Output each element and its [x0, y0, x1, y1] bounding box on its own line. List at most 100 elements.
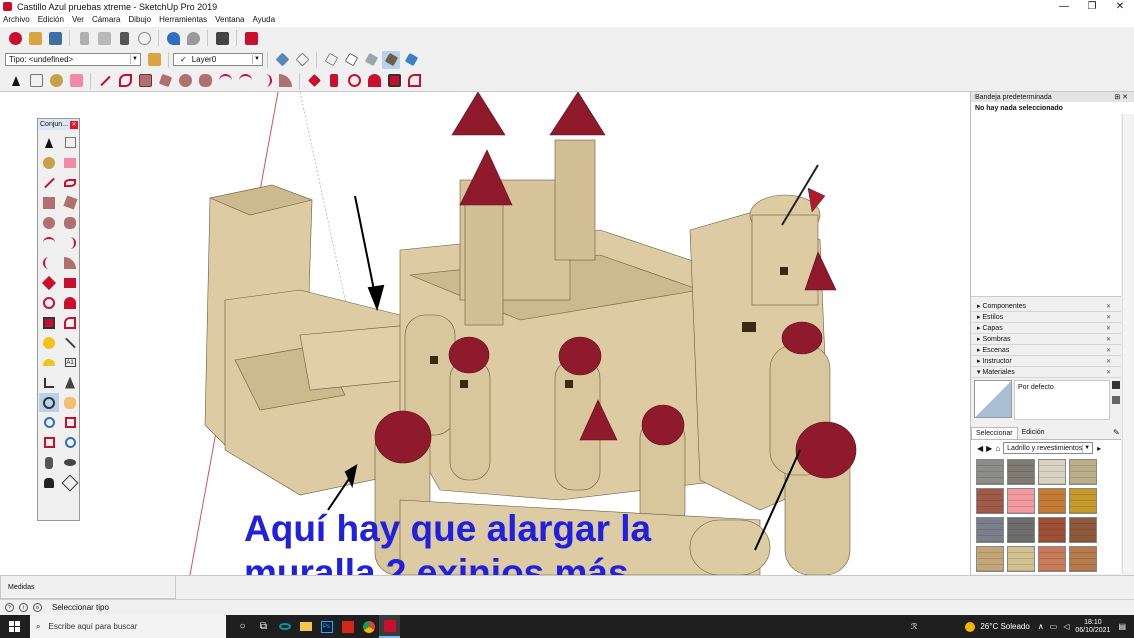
- monochrome-style-button[interactable]: [402, 51, 420, 69]
- section-instructor[interactable]: ▸ Instructor ✕: [971, 356, 1121, 367]
- circle-tool-button[interactable]: [176, 72, 194, 90]
- undo-button[interactable]: [164, 29, 182, 47]
- details-icon[interactable]: ▸: [1097, 444, 1101, 453]
- zoom-extents-icon[interactable]: [39, 433, 59, 452]
- offset-tool-button[interactable]: [405, 72, 423, 90]
- polygon-tool-button[interactable]: [196, 72, 214, 90]
- open-file-button[interactable]: [26, 29, 44, 47]
- shaded-style-button[interactable]: [362, 51, 380, 69]
- tab-edicion[interactable]: Edición: [1018, 427, 1049, 439]
- menu-ver[interactable]: Ver: [72, 15, 84, 24]
- section-materiales[interactable]: ▾ Materiales ✕: [971, 367, 1121, 378]
- rotate-tool-button[interactable]: [345, 72, 363, 90]
- eraser-button[interactable]: [67, 72, 85, 90]
- wireframe-style-button[interactable]: [322, 51, 340, 69]
- back-icon[interactable]: ◀: [977, 444, 983, 453]
- model-viewport[interactable]: [0, 92, 968, 575]
- home-icon[interactable]: ⌂: [995, 444, 1000, 453]
- clock[interactable]: 18:10 06/10/2021: [1075, 619, 1110, 635]
- material-swatch[interactable]: [976, 517, 1004, 543]
- material-swatch[interactable]: [1069, 546, 1097, 572]
- tab-seleccionar[interactable]: Seleccionar: [971, 427, 1018, 439]
- material-swatch[interactable]: [1007, 517, 1035, 543]
- copy-button[interactable]: [95, 29, 113, 47]
- pan-icon[interactable]: [60, 393, 80, 412]
- freehand-icon[interactable]: [60, 173, 80, 192]
- section-plane-icon[interactable]: [60, 473, 80, 492]
- material-name-field[interactable]: Por defecto: [1014, 380, 1110, 420]
- measurements-box[interactable]: Medidas: [0, 575, 176, 599]
- eyedropper-icon[interactable]: ✎: [1113, 428, 1120, 437]
- acrobat-icon[interactable]: [337, 615, 358, 638]
- move-tool-button[interactable]: [305, 72, 323, 90]
- rotated-rectangle-button[interactable]: [156, 72, 174, 90]
- print-button[interactable]: [213, 29, 231, 47]
- move-icon[interactable]: [39, 273, 59, 292]
- sketchup-taskbar-icon[interactable]: [379, 615, 400, 638]
- material-swatch[interactable]: [1038, 459, 1066, 485]
- windows-start-icon[interactable]: [9, 621, 20, 632]
- palette-header[interactable]: Conjun... ✕: [38, 119, 79, 130]
- line-tool-button[interactable]: [96, 72, 114, 90]
- follow-me-icon[interactable]: [60, 293, 80, 312]
- menu-herramientas[interactable]: Herramientas: [159, 15, 207, 24]
- material-swatch[interactable]: [1069, 459, 1097, 485]
- network-icon[interactable]: ▭: [1050, 622, 1058, 631]
- material-swatch[interactable]: [1007, 459, 1035, 485]
- cortana-icon[interactable]: ○: [232, 615, 253, 638]
- menu-camara[interactable]: Cámara: [92, 15, 120, 24]
- freehand-tool-button[interactable]: [116, 72, 134, 90]
- material-swatch[interactable]: [976, 488, 1004, 514]
- volume-icon[interactable]: ◁: [1063, 622, 1069, 631]
- photoshop-icon[interactable]: Ps: [316, 615, 337, 638]
- material-swatch[interactable]: [1038, 546, 1066, 572]
- section-sombras[interactable]: ▸ Sombras ✕: [971, 334, 1121, 345]
- 3d-text-icon[interactable]: [60, 373, 80, 392]
- tray-scrollbar[interactable]: [1122, 114, 1133, 573]
- material-swatch[interactable]: [976, 459, 1004, 485]
- arduino-icon[interactable]: [274, 615, 295, 638]
- type-select[interactable]: Tipo: <undefined> ▼: [5, 53, 141, 66]
- tray-pin-icon[interactable]: ⊞ ✕: [1114, 93, 1128, 101]
- component-tool-button[interactable]: [27, 72, 45, 90]
- three-point-arc-icon[interactable]: [39, 253, 59, 272]
- text-icon[interactable]: A1: [60, 353, 80, 372]
- restore-button[interactable]: ❐: [1078, 0, 1106, 13]
- scale-tool-button[interactable]: [385, 72, 403, 90]
- pie-tool-button[interactable]: [276, 72, 294, 90]
- section-capas[interactable]: ▸ Capas ✕: [971, 323, 1121, 334]
- geo-location-icon[interactable]: ?: [5, 603, 14, 612]
- chrome-icon[interactable]: [358, 615, 379, 638]
- rectangle-tool-button[interactable]: [136, 72, 154, 90]
- make-component-icon[interactable]: [60, 133, 80, 152]
- zoom-window-icon[interactable]: [60, 413, 80, 432]
- section-escenas[interactable]: ▸ Escenas ✕: [971, 345, 1121, 356]
- minimize-button[interactable]: —: [1050, 0, 1078, 13]
- new-file-button[interactable]: [6, 29, 24, 47]
- material-swatch[interactable]: [1007, 488, 1035, 514]
- layer-select[interactable]: ✓ Layer0 ▼: [173, 53, 263, 66]
- tray-pen-icon[interactable]: ℛ: [911, 622, 917, 631]
- arc-tool-button[interactable]: [216, 72, 234, 90]
- material-swatch[interactable]: [1069, 517, 1097, 543]
- palette-close-button[interactable]: ✕: [70, 120, 78, 129]
- dimension-icon[interactable]: [60, 333, 80, 352]
- menu-ventana[interactable]: Ventana: [215, 15, 244, 24]
- select-icon[interactable]: [39, 133, 59, 152]
- protractor-icon[interactable]: [39, 353, 59, 372]
- hidden-line-style-button[interactable]: [342, 51, 360, 69]
- material-swatch[interactable]: [1038, 488, 1066, 514]
- paint-bucket-icon[interactable]: [39, 153, 59, 172]
- material-swatch[interactable]: [976, 546, 1004, 572]
- push-pull-button[interactable]: [325, 72, 343, 90]
- paint-material-icon[interactable]: [1112, 396, 1120, 404]
- arc-icon[interactable]: [39, 233, 59, 252]
- close-button[interactable]: ✕: [1106, 0, 1134, 13]
- material-swatch[interactable]: [1038, 517, 1066, 543]
- file-explorer-icon[interactable]: [295, 615, 316, 638]
- erase-selection-button[interactable]: [135, 29, 153, 47]
- paint-bucket-button[interactable]: [47, 72, 65, 90]
- component-options-button[interactable]: [145, 51, 163, 69]
- rotate-icon[interactable]: [39, 293, 59, 312]
- previous-view-icon[interactable]: [60, 433, 80, 452]
